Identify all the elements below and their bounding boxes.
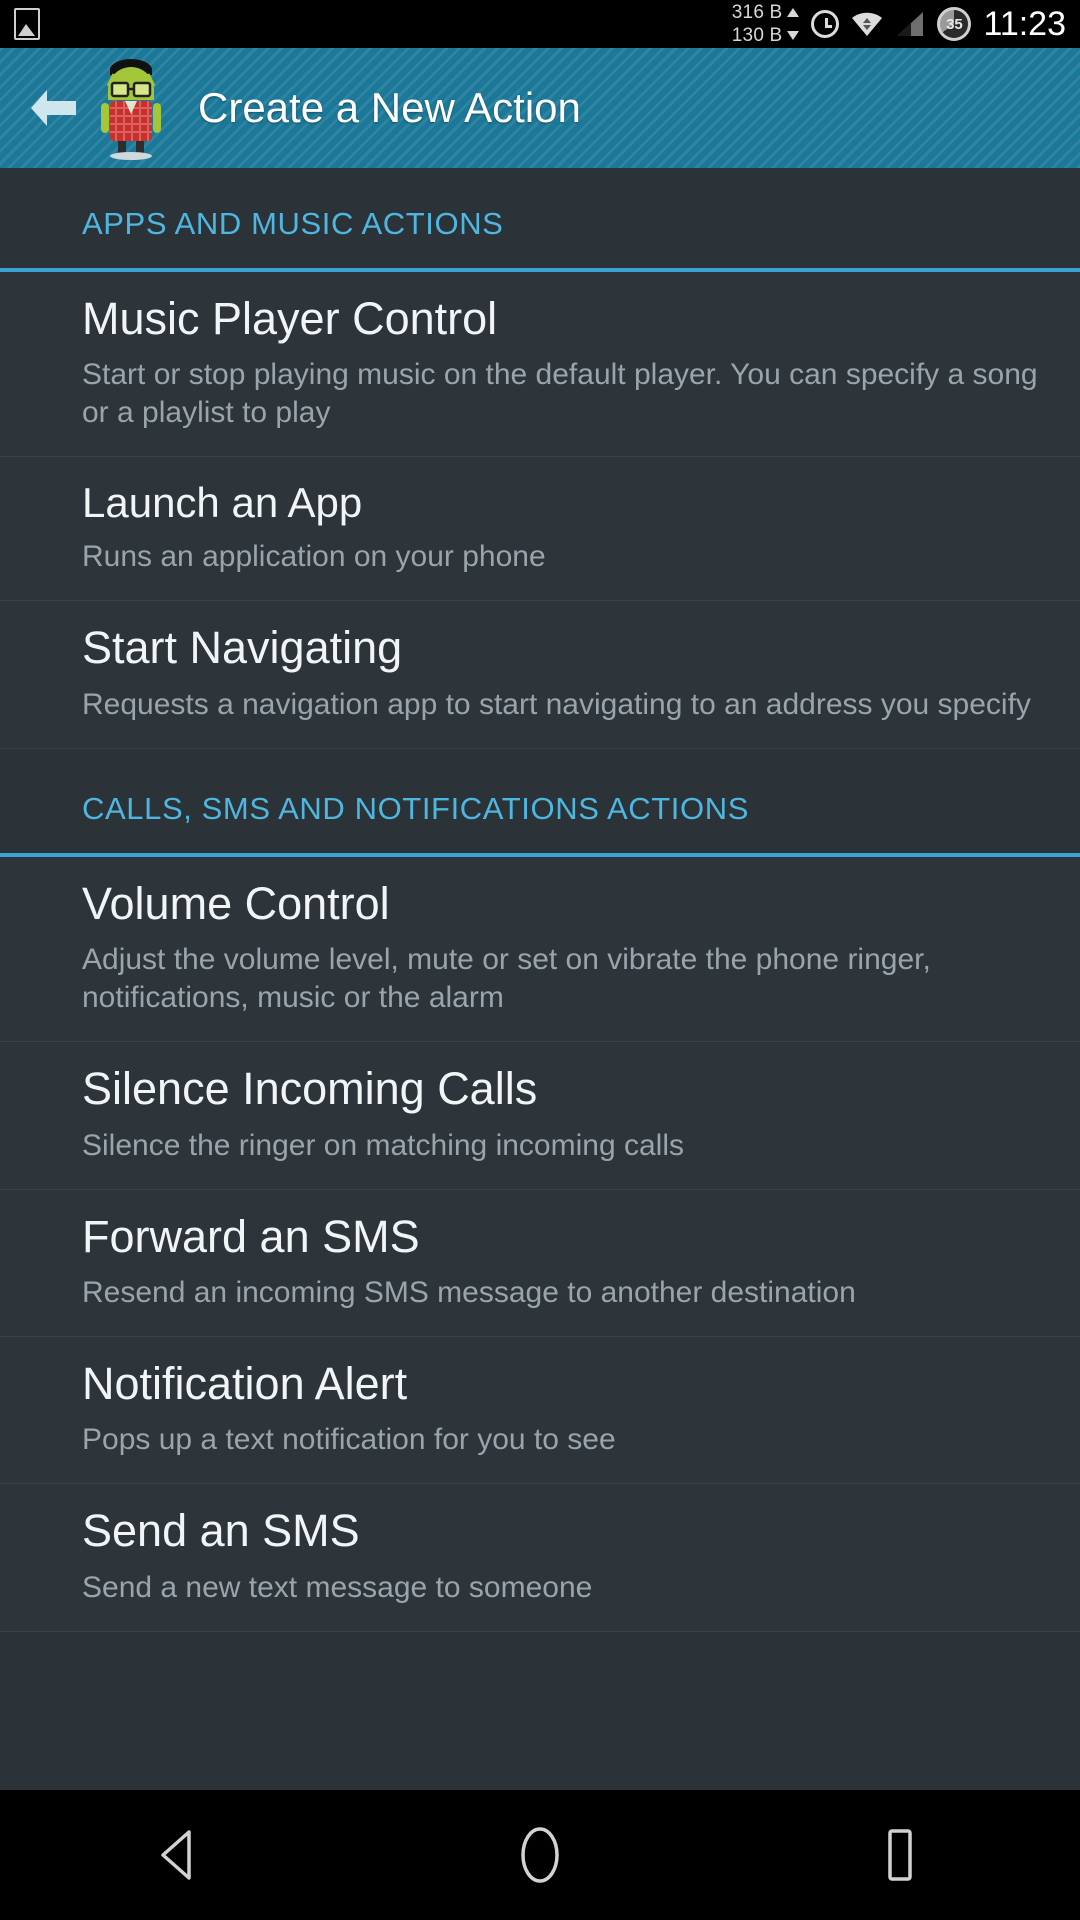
list-item-description: Adjust the volume level, mute or set on … (82, 943, 931, 1015)
status-bar-clock: 11:23 (983, 5, 1066, 43)
list-item-title: Music Player Control (82, 293, 498, 344)
list-item-title: Notification Alert (82, 1357, 408, 1409)
arrow-up-icon (787, 8, 800, 17)
action-bar: Create a New Action (0, 48, 1080, 168)
list-item[interactable]: Music Player Control Start or stop playi… (0, 272, 1080, 458)
list-item-title: Forward an SMS (82, 1210, 420, 1262)
phone-screen: 316 B 130 B 35 11:23 Create a New Action… (0, 0, 1080, 1920)
list-item-description: Resend an incoming SMS message to anothe… (82, 1275, 856, 1309)
list-item[interactable]: Forward an SMS Resend an incoming SMS me… (0, 1189, 1080, 1337)
list-item[interactable]: Send an SMS Send a new text message to s… (0, 1484, 1080, 1632)
battery-level-value: 35 (946, 15, 963, 33)
back-button[interactable] (18, 73, 88, 143)
alarm-icon (811, 10, 840, 38)
list-item-description: Runs an application on your phone (82, 540, 546, 574)
battery-icon: 35 (937, 7, 972, 41)
android-navigation-bar (0, 1790, 1080, 1920)
actions-list: APPS AND MUSIC ACTIONS Music Player Cont… (0, 168, 1080, 1632)
wifi-icon (851, 11, 883, 37)
list-item-title: Silence Incoming Calls (82, 1063, 538, 1115)
net-down-value: 130 B (731, 25, 783, 46)
list-item-description: Silence the ringer on matching incoming … (82, 1128, 684, 1162)
gallery-icon (14, 8, 40, 40)
nav-recents-button[interactable] (825, 1790, 975, 1920)
network-rate-indicator: 316 B 130 B (732, 1, 800, 47)
list-item-description: Start or stop playing music on the defau… (82, 358, 1038, 430)
list-item-description: Requests a navigation app to start navig… (82, 687, 1031, 721)
arrow-down-icon (787, 31, 800, 40)
section-header-apps-and-music: APPS AND MUSIC ACTIONS (0, 168, 1080, 272)
status-bar-notifications (14, 8, 40, 40)
android-hipster-mascot-icon (92, 56, 170, 160)
list-item[interactable]: Silence Incoming Calls Silence the ringe… (0, 1042, 1080, 1190)
nav-back-button[interactable] (105, 1790, 255, 1920)
list-item-description: Pops up a text notification for you to s… (82, 1423, 616, 1457)
list-item[interactable]: Volume Control Adjust the volume level, … (0, 856, 1080, 1043)
status-bar-system-icons: 316 B 130 B 35 11:23 (732, 1, 1066, 47)
list-item[interactable]: Notification Alert Pops up a text notifi… (0, 1336, 1080, 1485)
nav-home-icon (521, 1827, 559, 1883)
list-item[interactable]: Start Navigating Requests a navigation a… (0, 601, 1080, 749)
list-item-title: Send an SMS (82, 1505, 360, 1557)
section-header-calls-sms-notifications: CALLS, SMS AND NOTIFICATIONS ACTIONS (0, 748, 1080, 857)
list-item-description: Send a new text message to someone (82, 1570, 593, 1604)
list-item[interactable]: Launch an App Runs an application on you… (0, 457, 1080, 602)
cell-signal-icon (895, 11, 925, 37)
list-item-title: Volume Control (82, 877, 390, 929)
nav-recents-icon (888, 1829, 912, 1881)
nav-home-button[interactable] (465, 1790, 615, 1920)
net-up-value: 316 B (731, 2, 783, 23)
list-item-title: Launch an App (82, 479, 363, 527)
back-arrow-icon (31, 90, 76, 126)
page-title: Create a New Action (198, 84, 581, 131)
list-item-title: Start Navigating (82, 622, 403, 674)
nav-back-icon (161, 1830, 191, 1880)
status-bar: 316 B 130 B 35 11:23 (0, 0, 1080, 48)
